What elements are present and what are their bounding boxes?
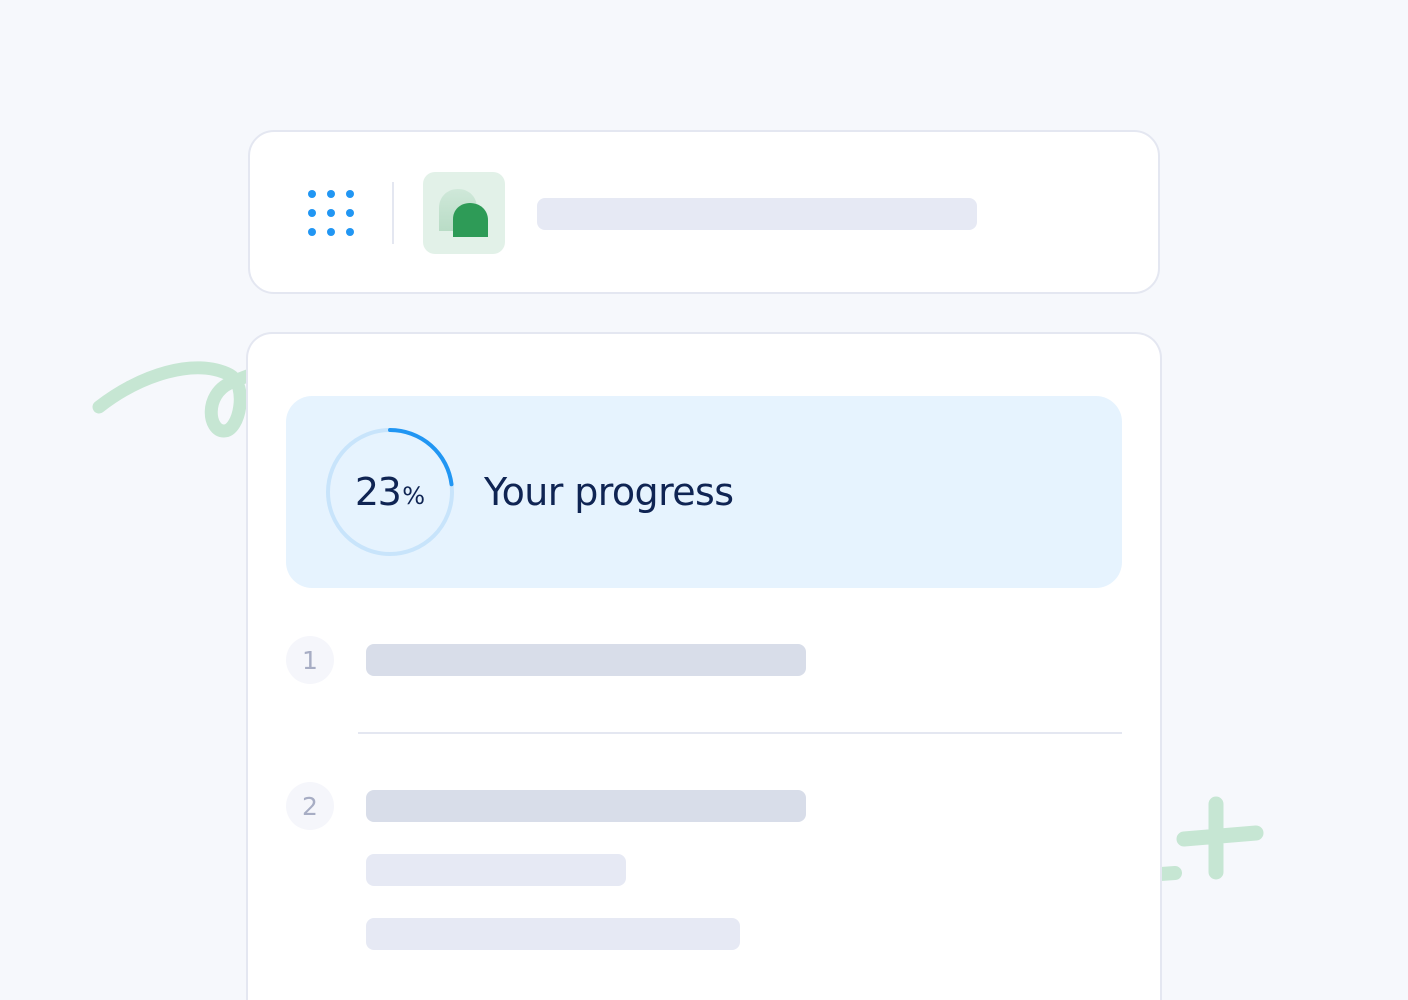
step-2-line-placeholder bbox=[366, 854, 626, 886]
header-title-placeholder bbox=[537, 198, 977, 230]
step-number-badge: 1 bbox=[286, 636, 334, 684]
progress-percent: 23% bbox=[324, 426, 456, 558]
green-speech-shape-logo[interactable] bbox=[423, 172, 505, 254]
page-canvas: 23% Your progress 1 2 bbox=[0, 0, 1408, 1000]
progress-title: Your progress bbox=[484, 470, 734, 514]
progress-percent-sign: % bbox=[402, 482, 426, 510]
step-1-title-placeholder bbox=[366, 644, 806, 676]
step-2-line-placeholder bbox=[366, 918, 740, 950]
header-divider bbox=[392, 182, 394, 244]
step-2-title-placeholder bbox=[366, 790, 806, 822]
header-card bbox=[248, 130, 1160, 294]
step-divider bbox=[358, 732, 1122, 734]
grid-dots-icon[interactable] bbox=[308, 190, 354, 236]
progress-ring: 23% bbox=[324, 426, 456, 558]
step-number-badge: 2 bbox=[286, 782, 334, 830]
progress-percent-value: 23 bbox=[354, 470, 402, 514]
main-card: 23% Your progress 1 2 bbox=[246, 332, 1162, 1000]
progress-panel: 23% Your progress bbox=[286, 396, 1122, 588]
